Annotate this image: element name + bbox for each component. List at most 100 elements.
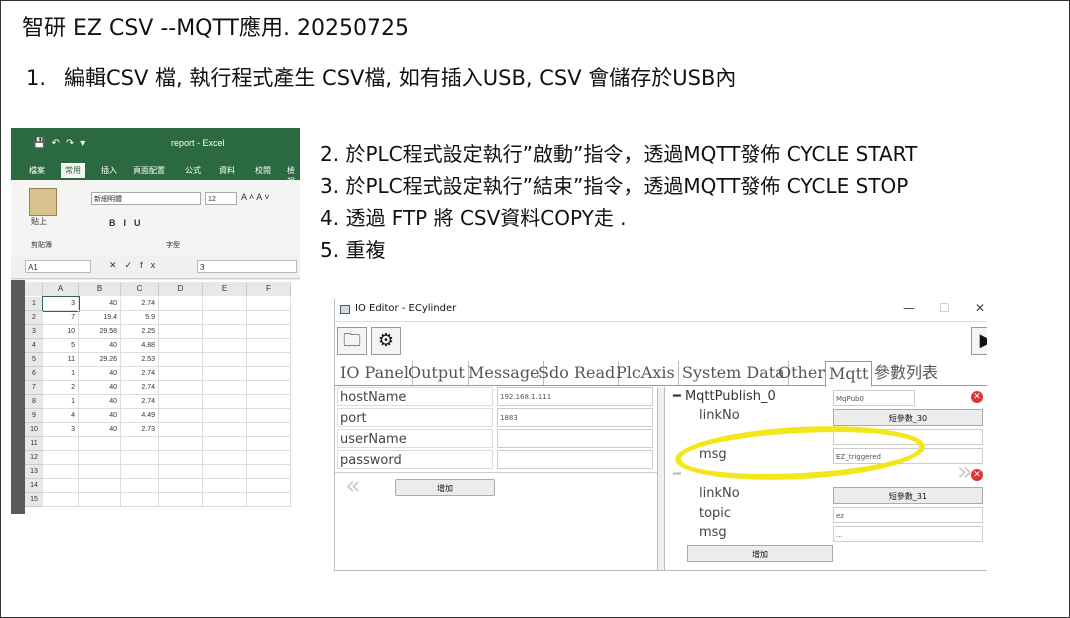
table-cell[interactable]: [247, 409, 291, 423]
table-cell[interactable]: 40: [79, 423, 121, 437]
table-cell[interactable]: [203, 493, 247, 507]
table-cell[interactable]: 2.73: [121, 423, 159, 437]
column-header-c[interactable]: C: [121, 282, 159, 296]
tab-output[interactable]: Output: [405, 361, 469, 385]
table-cell[interactable]: 40: [79, 297, 121, 311]
table-cell[interactable]: [203, 479, 247, 493]
publish1-linkno-button[interactable]: 短參數_31: [833, 487, 983, 504]
table-cell[interactable]: [43, 465, 79, 479]
table-cell[interactable]: [203, 395, 247, 409]
table-cell[interactable]: 1: [43, 367, 79, 381]
fx-icon[interactable]: ✕✓fx: [109, 260, 163, 271]
table-cell[interactable]: 40: [79, 409, 121, 423]
table-cell[interactable]: [159, 465, 203, 479]
table-cell[interactable]: [247, 437, 291, 451]
table-cell[interactable]: [203, 353, 247, 367]
table-cell[interactable]: [159, 381, 203, 395]
table-cell[interactable]: 40: [79, 367, 121, 381]
table-cell[interactable]: [159, 493, 203, 507]
publish0-header[interactable]: ━ MqttPublish_0: [673, 389, 776, 404]
tab-plcaxis[interactable]: PlcAxis: [613, 361, 679, 385]
excel-tab-insert[interactable]: 插入: [101, 165, 117, 176]
add-publish-button[interactable]: 增加: [687, 545, 833, 562]
tab-mqtt[interactable]: Mqtt: [825, 361, 873, 387]
excel-tab-file[interactable]: 檔案: [29, 165, 45, 176]
excel-tab-formulas[interactable]: 公式: [185, 165, 201, 176]
table-cell[interactable]: [247, 493, 291, 507]
tab-system-data[interactable]: System Data: [679, 361, 789, 385]
row-header[interactable]: 10: [25, 423, 43, 437]
table-cell[interactable]: [159, 311, 203, 325]
table-cell[interactable]: [247, 465, 291, 479]
table-cell[interactable]: [121, 451, 159, 465]
select-all-corner[interactable]: [25, 282, 43, 296]
table-cell[interactable]: 4.88: [121, 339, 159, 353]
table-cell[interactable]: 29.26: [79, 353, 121, 367]
tab-io-panel[interactable]: IO Panel: [337, 361, 413, 385]
table-cell[interactable]: [79, 451, 121, 465]
table-cell[interactable]: 11: [43, 353, 79, 367]
tab-parameter-list[interactable]: 參數列表: [871, 361, 941, 385]
table-cell[interactable]: [121, 493, 159, 507]
table-cell[interactable]: 2.74: [121, 395, 159, 409]
play-icon[interactable]: ▶: [971, 327, 987, 355]
tab-other[interactable]: Other: [775, 361, 829, 385]
password-input[interactable]: [497, 450, 653, 469]
close-icon[interactable]: ✕: [975, 301, 985, 315]
table-cell[interactable]: [79, 437, 121, 451]
table-cell[interactable]: [203, 437, 247, 451]
row-header[interactable]: 13: [25, 465, 43, 479]
table-cell[interactable]: [203, 465, 247, 479]
row-header[interactable]: 12: [25, 451, 43, 465]
column-header-a[interactable]: A: [43, 282, 79, 296]
table-cell[interactable]: [159, 451, 203, 465]
table-cell[interactable]: [203, 325, 247, 339]
table-cell[interactable]: [159, 367, 203, 381]
panel-splitter[interactable]: [657, 387, 665, 570]
table-cell[interactable]: [203, 381, 247, 395]
excel-tab-home[interactable]: 常用: [61, 163, 85, 178]
tab-message[interactable]: Message: [465, 361, 544, 385]
table-cell[interactable]: [159, 479, 203, 493]
minimize-icon[interactable]: —: [903, 301, 915, 315]
column-header-e[interactable]: E: [203, 282, 247, 296]
table-cell[interactable]: [121, 479, 159, 493]
table-cell[interactable]: [203, 339, 247, 353]
table-cell[interactable]: [247, 311, 291, 325]
table-cell[interactable]: [203, 409, 247, 423]
excel-tab-data[interactable]: 資料: [219, 165, 235, 176]
publish1-topic-input[interactable]: ez: [833, 507, 983, 523]
chevron-right-icon[interactable]: »: [957, 457, 973, 487]
table-cell[interactable]: [121, 465, 159, 479]
row-header[interactable]: 8: [25, 395, 43, 409]
open-folder-icon[interactable]: 🗀: [337, 327, 367, 355]
row-header[interactable]: 5: [25, 353, 43, 367]
table-cell[interactable]: [159, 437, 203, 451]
table-cell[interactable]: [43, 451, 79, 465]
excel-tab-layout[interactable]: 頁面配置: [133, 165, 165, 176]
table-cell[interactable]: 29.58: [79, 325, 121, 339]
table-cell[interactable]: 10: [43, 325, 79, 339]
delete-icon[interactable]: ✕: [971, 391, 983, 403]
table-cell[interactable]: 2: [43, 381, 79, 395]
excel-tab-review[interactable]: 校閱: [255, 165, 271, 176]
name-box[interactable]: A1: [25, 260, 91, 273]
table-cell[interactable]: [79, 479, 121, 493]
table-cell[interactable]: [247, 423, 291, 437]
table-cell[interactable]: 2.53: [121, 353, 159, 367]
bold-italic-underline-icons[interactable]: BIU: [109, 218, 149, 228]
table-cell[interactable]: 2.74: [121, 367, 159, 381]
table-cell[interactable]: 4.49: [121, 409, 159, 423]
formula-input[interactable]: 3: [197, 260, 297, 273]
table-cell[interactable]: [43, 437, 79, 451]
table-cell[interactable]: [159, 423, 203, 437]
table-cell[interactable]: 2.74: [121, 297, 159, 311]
table-cell[interactable]: [247, 353, 291, 367]
username-input[interactable]: [497, 429, 653, 448]
table-cell[interactable]: [247, 367, 291, 381]
tab-sdo-read[interactable]: Sdo Read: [535, 361, 620, 385]
table-cell[interactable]: [79, 465, 121, 479]
gear-icon[interactable]: ⚙: [371, 327, 401, 355]
table-cell[interactable]: [247, 381, 291, 395]
table-cell[interactable]: [159, 409, 203, 423]
